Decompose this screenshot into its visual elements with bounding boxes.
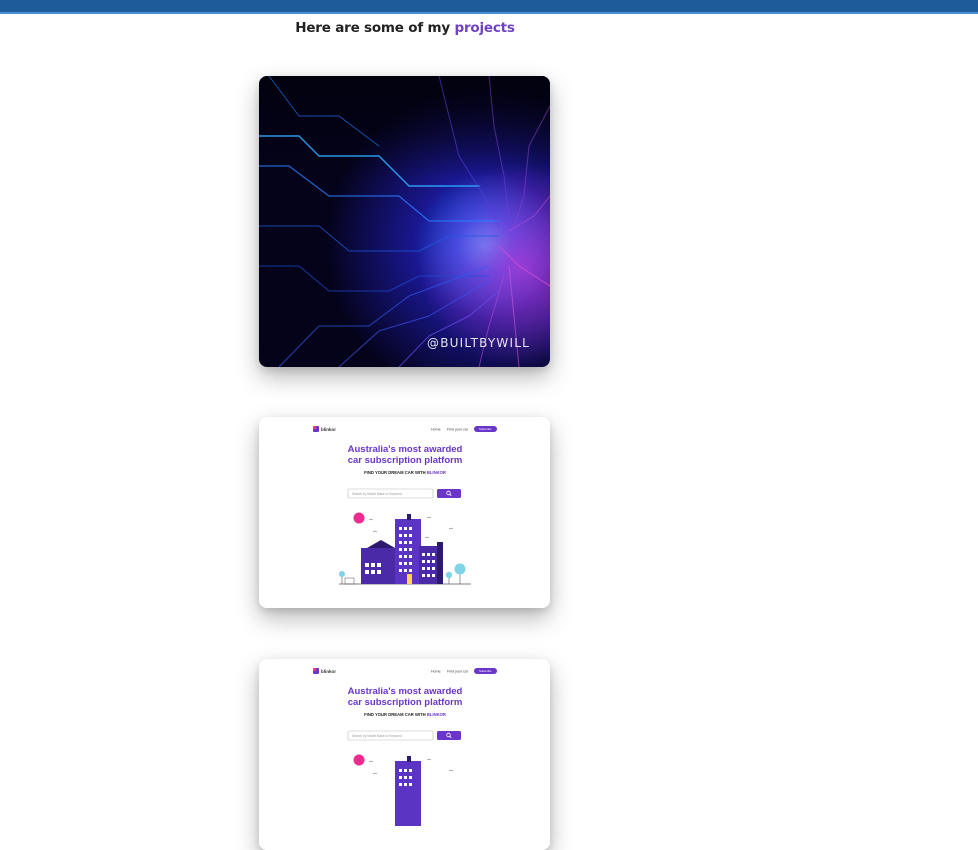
hero-search-placeholder: Search by Model Make or Keyword	[352, 492, 402, 496]
hero-title-line1: Australia's most awarded	[348, 444, 463, 455]
blinkor-site-screenshot: blinkor Home Find your car Subscribe Aus…	[259, 417, 550, 608]
nav-find-link: Find your car	[447, 670, 469, 674]
hero-subtitle-brand: BLINKOR	[427, 470, 446, 475]
hero-title-line2: car subscription platform	[348, 697, 463, 708]
project-card-blinkor-2[interactable]: blinkor Home Find your car Subscribe Aus…	[259, 659, 550, 850]
nav-subscribe-label: Subscribe	[479, 427, 492, 431]
watermark-label: @BUILTBYWILL	[427, 336, 530, 350]
blinkor-logo-text: blinkor	[321, 669, 336, 674]
nav-home-link: Home	[431, 670, 441, 674]
nav-find-link: Find your car	[447, 428, 469, 432]
heading-prefix: Here are some of my	[295, 20, 455, 36]
hero-title-line1: Australia's most awarded	[348, 686, 463, 697]
hero-search-placeholder: Search by Model Make or Keyword	[352, 734, 402, 738]
hero-subtitle-main: FIND YOUR DREAM CAR WITH	[364, 712, 427, 717]
blinkor-logo-text: blinkor	[321, 427, 336, 432]
hero-subtitle-brand: BLINKOR	[427, 712, 446, 717]
blinkor-site-screenshot-2: blinkor Home Find your car Subscribe Aus…	[259, 659, 550, 850]
hero-search-button	[437, 489, 461, 498]
nav-subscribe-label: Subscribe	[479, 669, 492, 673]
section-heading: Here are some of my projects	[0, 20, 810, 36]
hero-title-line2: car subscription platform	[348, 455, 463, 466]
project-card-builtbywill[interactable]: @BUILTBYWILL	[259, 76, 550, 367]
hero-subtitle: FIND YOUR DREAM CAR WITH BLINKOR	[364, 712, 446, 717]
top-nav-bar	[0, 0, 978, 14]
nav-home-link: Home	[431, 428, 441, 432]
project-card-blinkor[interactable]: blinkor Home Find your car Subscribe Aus…	[259, 417, 550, 608]
hero-subtitle-main: FIND YOUR DREAM CAR WITH	[364, 470, 427, 475]
heading-accent: projects	[454, 20, 515, 36]
circuit-artwork-image: @BUILTBYWILL	[259, 76, 550, 367]
hero-search-button	[437, 731, 461, 740]
hero-subtitle: FIND YOUR DREAM CAR WITH BLINKOR	[364, 470, 446, 475]
